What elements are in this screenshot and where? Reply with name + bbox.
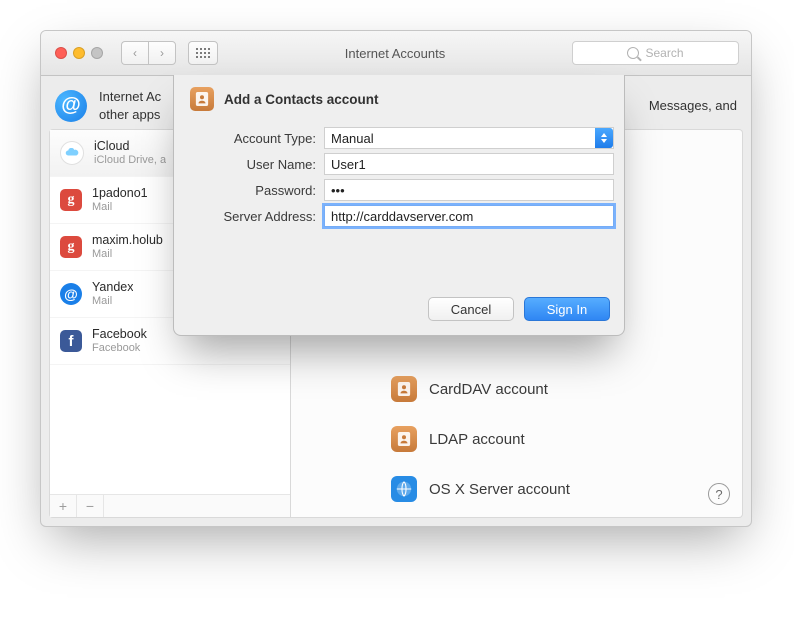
- label-password: Password:: [184, 183, 324, 198]
- summary-text: Internet Ac other apps: [99, 88, 161, 123]
- provider-label: OS X Server account: [429, 481, 570, 498]
- account-title: Facebook: [92, 328, 147, 342]
- account-sub: iCloud Drive, a: [94, 154, 166, 166]
- sheet-title: Add a Contacts account: [224, 92, 379, 107]
- nav-buttons: ‹ ›: [121, 41, 176, 65]
- page: ‹ › Internet Accounts Search @: [0, 0, 794, 617]
- server-address-field[interactable]: [324, 205, 614, 227]
- search-placeholder: Search: [645, 46, 683, 60]
- label-account-type: Account Type:: [184, 131, 324, 146]
- icloud-icon: [60, 141, 84, 165]
- forward-button[interactable]: ›: [148, 41, 176, 65]
- chevron-right-icon: ›: [160, 46, 164, 60]
- label-server-address: Server Address:: [184, 209, 324, 224]
- minimize-window-button[interactable]: [73, 47, 85, 59]
- chevron-left-icon: ‹: [133, 46, 137, 60]
- sign-in-button[interactable]: Sign In: [524, 297, 610, 321]
- sheet-form: Account Type: Manual User Name: Password…: [174, 119, 624, 231]
- sheet-buttons: Cancel Sign In: [174, 287, 624, 335]
- label-user-name: User Name:: [184, 157, 324, 172]
- cancel-button[interactable]: Cancel: [428, 297, 514, 321]
- provider-ldap[interactable]: LDAP account: [391, 426, 525, 452]
- contacts-icon: [391, 426, 417, 452]
- internet-accounts-icon: @: [55, 90, 87, 122]
- account-sub: Mail: [92, 248, 163, 260]
- add-account-button[interactable]: +: [50, 495, 77, 517]
- back-button[interactable]: ‹: [121, 41, 148, 65]
- chevron-updown-icon: [595, 128, 613, 148]
- provider-label: CardDAV account: [429, 381, 548, 398]
- plus-icon: +: [59, 498, 67, 514]
- account-title: Yandex: [92, 281, 133, 295]
- provider-label: LDAP account: [429, 431, 525, 448]
- show-all-button[interactable]: [188, 41, 218, 65]
- titlebar: ‹ › Internet Accounts Search: [41, 31, 751, 76]
- contacts-icon: [190, 87, 214, 111]
- provider-osx-server[interactable]: OS X Server account: [391, 476, 570, 502]
- at-icon: @: [60, 283, 82, 305]
- search-input[interactable]: Search: [572, 41, 739, 65]
- account-title: 1padono1: [92, 187, 148, 201]
- account-sub: Facebook: [92, 342, 147, 354]
- add-contacts-account-sheet: Add a Contacts account Account Type: Man…: [173, 75, 625, 336]
- sidebar-footer: + −: [50, 494, 290, 517]
- facebook-icon: f: [60, 330, 82, 352]
- user-name-field[interactable]: [324, 153, 614, 175]
- search-icon: [627, 47, 639, 59]
- preferences-window: ‹ › Internet Accounts Search @: [40, 30, 752, 527]
- account-type-value: Manual: [331, 131, 374, 146]
- sheet-header: Add a Contacts account: [174, 75, 624, 119]
- zoom-window-button: [91, 47, 103, 59]
- google-icon: g: [60, 189, 82, 211]
- account-type-select[interactable]: Manual: [324, 127, 614, 149]
- remove-account-button[interactable]: −: [77, 495, 104, 517]
- question-icon: ?: [715, 487, 722, 502]
- grid-icon: [196, 48, 210, 58]
- close-window-button[interactable]: [55, 47, 67, 59]
- window-title: Internet Accounts: [226, 46, 564, 61]
- traffic-lights: [55, 47, 103, 59]
- contacts-icon: [391, 376, 417, 402]
- account-title: maxim.holub: [92, 234, 163, 248]
- google-icon: g: [60, 236, 82, 258]
- help-button[interactable]: ?: [708, 483, 730, 505]
- summary-tail: Messages, and: [649, 97, 737, 115]
- account-title: iCloud: [94, 140, 166, 154]
- globe-icon: [391, 476, 417, 502]
- account-sub: Mail: [92, 295, 133, 307]
- minus-icon: −: [86, 498, 94, 514]
- provider-carddav[interactable]: CardDAV account: [391, 376, 548, 402]
- password-field[interactable]: [324, 179, 614, 201]
- account-sub: Mail: [92, 201, 148, 213]
